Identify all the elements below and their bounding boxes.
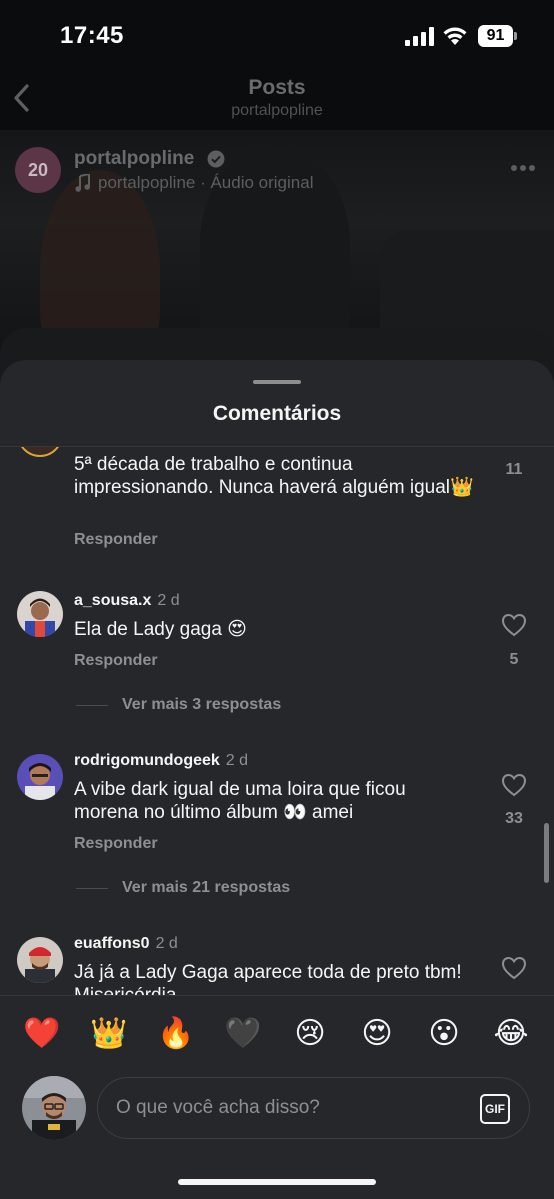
view-more-replies-label: Ver mais 3 respostas (122, 696, 282, 713)
drag-handle[interactable] (253, 380, 301, 384)
comment-time: 2 d (225, 752, 249, 769)
status-time: 17:45 (60, 22, 124, 49)
heart-emoji-button[interactable]: ❤️ (22, 1014, 62, 1054)
wifi-icon (443, 27, 467, 45)
laughing-face-emoji-button[interactable]: 😂 (491, 1014, 531, 1054)
crying-face-emoji-button[interactable]: 😢 (290, 1014, 330, 1054)
heart-icon[interactable] (501, 613, 527, 637)
battery-level: 91 (486, 27, 505, 44)
comment-time: 2 d (155, 935, 178, 952)
comment-item: 5ª década de trabalho e continua impress… (0, 447, 554, 567)
comment-username[interactable]: a_sousa.x 2 d (74, 592, 180, 610)
crown-emoji-button[interactable]: 👑 (89, 1014, 129, 1054)
comment-time: 2 d (157, 592, 180, 609)
post-video: 20 portalpopline portalpopline · Áudio o… (0, 130, 554, 360)
more-options-icon[interactable] (510, 164, 536, 172)
heart-icon[interactable] (501, 956, 527, 980)
post-author-username[interactable]: portalpopline (74, 148, 194, 170)
scrollbar[interactable] (544, 823, 549, 883)
reply-button[interactable]: Responder (74, 835, 158, 853)
gif-button[interactable]: GIF (480, 1094, 510, 1124)
page-subtitle: portalpopline (231, 102, 323, 119)
comment-item: a_sousa.x 2 d Ela de Lady gaga 😍 Responde… (0, 587, 554, 727)
surprised-face-emoji-button[interactable]: 😮 (424, 1014, 464, 1054)
comment-text: A vibe dark igual de uma loira que ficou… (74, 779, 406, 823)
music-note-icon (75, 174, 90, 192)
verified-badge-icon (207, 150, 225, 168)
like-count: 33 (505, 810, 523, 827)
comments-title: Comentários (212, 402, 342, 425)
view-more-replies-label: Ver mais 21 respostas (122, 879, 291, 896)
reply-button[interactable]: Responder (74, 652, 158, 670)
current-user-avatar (22, 1076, 86, 1140)
battery-icon: 91 (478, 25, 518, 47)
nav-header: Posts portalpopline (0, 70, 554, 130)
comments-list[interactable]: 5ª década de trabalho e continua impress… (0, 447, 554, 995)
comment-item: euaffons0 2 d Já já a Lady Gaga aparece t… (0, 930, 554, 995)
comments-sheet: Comentários 5ª década de trabalho e cont… (0, 360, 554, 1199)
page-title: Posts (248, 76, 306, 99)
reply-button[interactable]: Responder (74, 531, 158, 549)
comment-text: Já já a Lady Gaga aparece toda de preto … (74, 962, 462, 995)
post-audio-label[interactable]: portalpopline · Áudio original (98, 173, 313, 193)
view-more-replies-button[interactable]: Ver mais 21 respostas (76, 879, 290, 897)
comment-text: 5ª década de trabalho e continua impress… (74, 454, 474, 498)
cellular-signal-icon (405, 27, 434, 46)
like-count: 11 (505, 461, 523, 478)
commenter-avatar[interactable] (17, 447, 63, 457)
home-indicator (178, 1179, 376, 1185)
comment-composer: GIF (0, 1067, 554, 1177)
comment-item: rodrigomundogeek 2 d A vibe dark igual de… (0, 747, 554, 907)
emoji-reaction-bar: ❤️ 👑 🔥 🖤 😢 😍 😮 😂 (0, 995, 554, 1067)
comment-text: Ela de Lady gaga 😍 (74, 619, 247, 640)
comment-username[interactable]: rodrigomundogeek 2 d (74, 752, 248, 770)
comment-input[interactable] (97, 1077, 530, 1139)
status-bar: 17:45 91 (0, 0, 554, 70)
heart-icon[interactable] (501, 773, 527, 797)
commenter-avatar[interactable] (17, 754, 63, 800)
black-heart-emoji-button[interactable]: 🖤 (223, 1014, 263, 1054)
like-count: 5 (509, 651, 519, 668)
comment-username[interactable]: euaffons0 2 d (74, 935, 178, 953)
view-more-replies-button[interactable]: Ver mais 3 respostas (76, 696, 281, 714)
heart-eyes-emoji-button[interactable]: 😍 (357, 1014, 397, 1054)
commenter-avatar[interactable] (17, 591, 63, 637)
commenter-avatar[interactable] (17, 937, 63, 983)
fire-emoji-button[interactable]: 🔥 (156, 1014, 196, 1054)
post-author-avatar[interactable]: 20 (15, 147, 61, 193)
